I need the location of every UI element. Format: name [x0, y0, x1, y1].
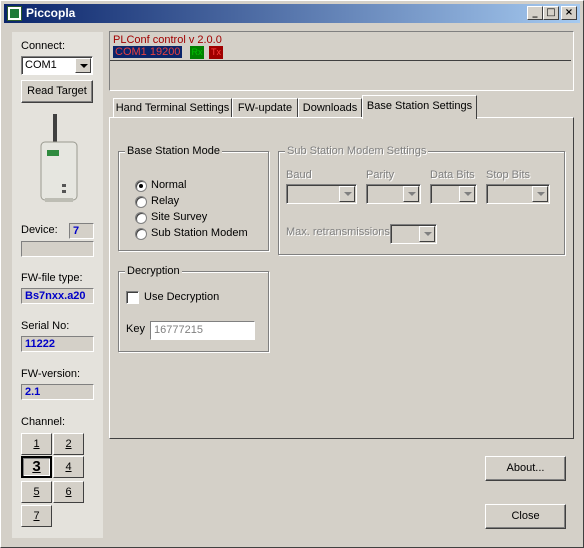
status-title: PLConf control v 2.0.0: [113, 34, 222, 46]
tab-fw-update[interactable]: FW-update: [232, 98, 298, 118]
device-image: [40, 114, 78, 202]
radio-normal-label: Normal: [151, 179, 187, 191]
fw-type-field: Bs7nxx.a20: [21, 288, 94, 304]
tx-indicator: Tx: [209, 46, 223, 59]
use-decryption-label: Use Decryption: [144, 291, 220, 303]
chevron-down-icon[interactable]: [403, 186, 419, 202]
tab-base-station-settings[interactable]: Base Station Settings: [362, 95, 477, 119]
decryption-group: Decryption Use Decryption Key 16777215: [118, 265, 269, 352]
channel-button-5[interactable]: 5: [21, 481, 52, 503]
minimize-button[interactable]: _: [527, 6, 543, 20]
close-window-button[interactable]: ×: [561, 6, 577, 20]
retrans-label: Max. retransmissions:: [286, 226, 393, 238]
fw-version-field: 2.1: [21, 384, 94, 400]
status-panel: PLConf control v 2.0.0 COM1 19200 Rx Tx: [109, 31, 574, 91]
channel-button-2[interactable]: 2: [53, 433, 84, 455]
title-bar: Piccopla _ □ ×: [4, 4, 580, 23]
device-label: Device:: [21, 224, 58, 236]
fw-version-label: FW-version:: [21, 368, 81, 380]
baud-select[interactable]: [286, 184, 357, 204]
baud-label: Baud: [286, 169, 312, 181]
modem-settings-group: Sub Station Modem Settings Baud Parity D…: [278, 145, 565, 255]
device-field: 7: [69, 223, 94, 239]
chevron-down-icon[interactable]: [532, 186, 548, 202]
stop-bits-label: Stop Bits: [486, 169, 531, 181]
main-window: Piccopla _ □ × Connect: COM1 Read Target…: [0, 0, 584, 548]
radio-normal-dot[interactable]: [135, 180, 147, 192]
tab-downloads[interactable]: Downloads: [298, 98, 362, 118]
radio-relay-label: Relay: [151, 195, 180, 207]
radio-sub-station-modem-dot[interactable]: [135, 228, 147, 240]
device-name-field: [21, 241, 94, 257]
read-target-label: Read Target: [27, 85, 87, 97]
window-title: Piccopla: [26, 6, 76, 20]
connect-label: Connect:: [21, 40, 66, 52]
serial-field: 11222: [21, 336, 94, 352]
chevron-down-icon[interactable]: [75, 58, 91, 73]
tab-page: Base Station Mode Normal Relay Site Surv…: [109, 117, 574, 439]
key-label: Key: [126, 323, 145, 335]
key-input[interactable]: 16777215: [150, 321, 255, 340]
channel-button-3[interactable]: 3: [21, 456, 52, 478]
parity-label: Parity: [366, 169, 395, 181]
port-select[interactable]: COM1: [21, 56, 93, 75]
read-target-button[interactable]: Read Target: [21, 80, 93, 103]
port-status: COM1 19200: [113, 46, 183, 58]
base-station-mode-group: Base Station Mode Normal Relay Site Surv…: [118, 145, 269, 251]
radio-sub-station-modem-label: Sub Station Modem: [151, 227, 248, 239]
chevron-down-icon[interactable]: [419, 226, 435, 242]
about-button[interactable]: About...: [485, 456, 566, 481]
modem-settings-title: Sub Station Modem Settings: [285, 145, 429, 157]
channel-label: Channel:: [21, 416, 66, 428]
parity-select[interactable]: [366, 184, 421, 204]
left-panel: Connect: COM1 Read Target Device: 7 FW-f…: [12, 32, 103, 538]
maximize-button[interactable]: □: [543, 6, 559, 20]
use-decryption-checkbox[interactable]: [126, 291, 139, 304]
status-divider: [110, 60, 571, 61]
tab-hand-terminal-settings[interactable]: Hand Terminal Settings: [113, 98, 232, 118]
stop-bits-select[interactable]: [486, 184, 550, 204]
port-select-value: COM1: [25, 59, 57, 71]
base-station-mode-title: Base Station Mode: [125, 145, 222, 157]
channel-button-4[interactable]: 4: [53, 456, 84, 478]
fw-type-label: FW-file type:: [21, 272, 83, 284]
data-bits-label: Data Bits: [430, 169, 475, 181]
data-bits-select[interactable]: [430, 184, 477, 204]
close-button[interactable]: Close: [485, 504, 566, 529]
radio-relay-dot[interactable]: [135, 196, 147, 208]
radio-site-survey-dot[interactable]: [135, 212, 147, 224]
retrans-select[interactable]: [390, 224, 437, 244]
rx-indicator: Rx: [190, 46, 204, 59]
decryption-title: Decryption: [125, 265, 182, 277]
channel-button-1[interactable]: 1: [21, 433, 52, 455]
serial-label: Serial No:: [21, 320, 70, 332]
app-icon: [7, 6, 22, 21]
chevron-down-icon[interactable]: [339, 186, 355, 202]
chevron-down-icon[interactable]: [459, 186, 475, 202]
radio-site-survey-label: Site Survey: [151, 211, 208, 223]
channel-button-6[interactable]: 6: [53, 481, 84, 503]
channel-button-7[interactable]: 7: [21, 505, 52, 527]
